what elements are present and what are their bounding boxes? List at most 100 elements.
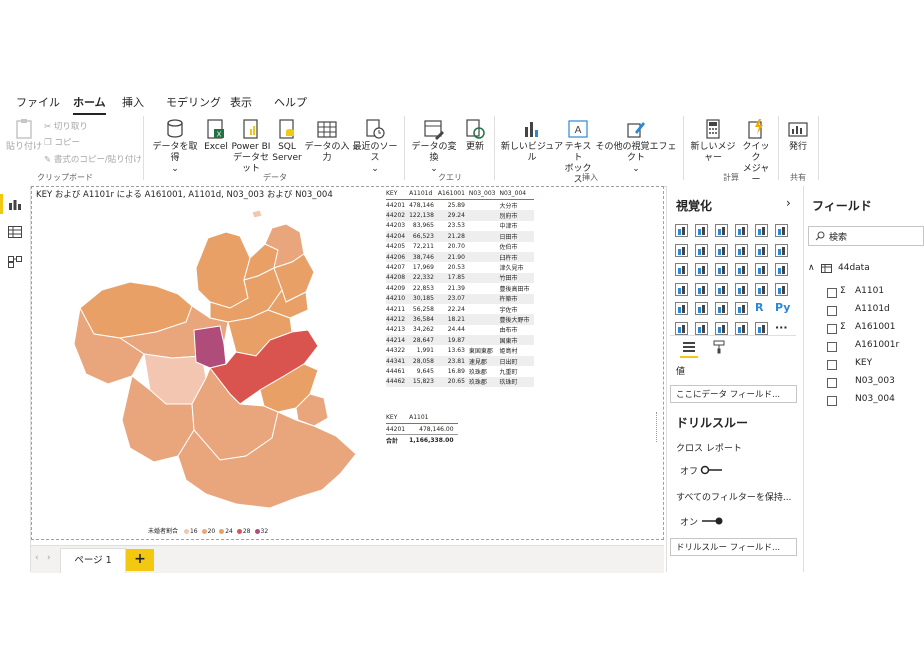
new-measure-button[interactable]: 新しいメジャー	[688, 118, 738, 164]
scatter-chart-icon[interactable]	[715, 263, 728, 276]
table-row[interactable]: 44201 478,146 25.89 大分市	[386, 200, 534, 211]
model-view-icon[interactable]	[8, 256, 22, 268]
key-influencers-icon[interactable]	[675, 321, 688, 335]
table-row[interactable]: 44462 15,823 20.65 玖珠郡 玖珠町	[386, 376, 534, 388]
collapse-table-icon[interactable]: ∧	[808, 263, 815, 273]
table-row[interactable]: 44203 83,965 23.53 中津市	[386, 221, 534, 231]
field-checkbox[interactable]	[827, 360, 837, 370]
data-view-icon[interactable]	[8, 226, 22, 238]
publish-button[interactable]: 発行	[784, 118, 812, 153]
smart-narrative-icon[interactable]	[735, 321, 748, 335]
column-header[interactable]: A1101	[409, 414, 458, 424]
stacked-bar-chart-icon[interactable]	[675, 224, 688, 237]
field-item[interactable]: N03_004	[855, 394, 895, 404]
add-page-button[interactable]: +	[126, 549, 154, 571]
column-header[interactable]: N03_004	[499, 190, 534, 200]
field-checkbox[interactable]	[827, 288, 837, 298]
keep-filters-toggle[interactable]	[700, 516, 724, 526]
recent-sources-button[interactable]: 最近のソース ⌄	[352, 118, 398, 175]
drillthrough-drop-field[interactable]: ドリルスルー フィールド...	[670, 538, 797, 556]
matrix-icon[interactable]	[735, 302, 748, 315]
pie-chart-icon[interactable]	[735, 263, 748, 276]
tab-file[interactable]: ファイル	[16, 94, 60, 110]
slicer-icon[interactable]	[695, 302, 708, 315]
field-checkbox[interactable]	[827, 396, 837, 406]
values-drop-field[interactable]: ここにデータ フィールド...	[670, 385, 797, 403]
table-row[interactable]: 44211 56,258 22.24 宇佐市	[386, 304, 534, 314]
column-header[interactable]: KEY	[386, 414, 410, 424]
stacked-area-chart-icon[interactable]	[715, 243, 728, 257]
stacked-column-chart-icon[interactable]	[695, 224, 708, 237]
table-row[interactable]: 44205 72,211 20.70 佐伯市	[386, 242, 534, 252]
table-row[interactable]: 44341 28,058 23.81 速見郡 日出町	[386, 355, 534, 367]
choropleth-map[interactable]	[60, 198, 380, 518]
clustered-bar-chart-icon[interactable]	[715, 224, 728, 237]
gauge-icon[interactable]	[735, 282, 748, 296]
column-header[interactable]: A161001	[437, 190, 469, 200]
python-visual-icon[interactable]: Py	[775, 301, 790, 314]
field-checkbox[interactable]	[827, 324, 837, 334]
map-icon[interactable]	[675, 282, 688, 296]
field-search-input[interactable]: 検索	[808, 226, 924, 246]
treemap-icon[interactable]	[775, 263, 788, 276]
sql-server-button[interactable]: SQL Server	[272, 118, 302, 164]
prev-page-icon[interactable]: ‹	[35, 553, 39, 563]
excel-button[interactable]: X Excel	[203, 118, 229, 153]
table-row[interactable]: 44461 9,645 16.89 玖珠郡 九重町	[386, 366, 534, 376]
collapse-pane-icon[interactable]: ›	[786, 196, 791, 210]
filled-map-icon[interactable]	[695, 282, 708, 296]
field-item[interactable]: A1101d	[855, 304, 890, 314]
tab-modeling[interactable]: モデリング	[166, 94, 221, 110]
line-chart-icon[interactable]	[675, 243, 688, 257]
card-icon[interactable]	[755, 282, 768, 296]
pbi-dataset-button[interactable]: Power BI データセット	[230, 118, 272, 175]
enter-data-button[interactable]: データの入力	[303, 118, 351, 164]
more-visuals-button[interactable]: その他の視覚エフェクト ⌄	[594, 118, 678, 175]
100-bar-chart-icon[interactable]	[755, 224, 768, 237]
table-visual-icon[interactable]	[715, 302, 728, 315]
format-paint-roller-icon[interactable]	[712, 340, 726, 354]
field-item[interactable]: A1101	[855, 286, 884, 296]
table-row[interactable]: 44322 1,991 13.63 東国東郡 姫島村	[386, 345, 534, 355]
100-column-chart-icon[interactable]	[775, 224, 788, 237]
r-visual-icon[interactable]: R	[755, 301, 763, 314]
table-row[interactable]: 44214 28,647 19.87 国東市	[386, 335, 534, 346]
new-visual-button[interactable]: 新しいビジュアル	[500, 118, 564, 164]
copy-button[interactable]: ❐ コピー	[44, 136, 80, 148]
multirow-card-icon[interactable]	[775, 282, 788, 296]
tab-home[interactable]: ホーム	[73, 94, 106, 115]
more-visuals-icon[interactable]: ···	[775, 321, 788, 334]
funnel-chart-icon[interactable]	[695, 263, 708, 276]
shape-map-icon[interactable]	[715, 282, 728, 296]
transform-data-button[interactable]: データの変換 ⌄	[410, 118, 458, 175]
decomposition-tree-icon[interactable]	[695, 321, 708, 335]
table-name[interactable]: 44data	[838, 263, 870, 273]
paginated-report-icon[interactable]	[755, 321, 768, 335]
data-table-visual[interactable]: KEY A1101d A161001 N03_003 N03_004 44201 478,…	[386, 190, 534, 388]
cut-button[interactable]: ✂ 切り取り	[44, 120, 88, 132]
ribbon-chart-icon[interactable]	[775, 243, 788, 257]
clustered-column-chart-icon[interactable]	[735, 224, 748, 237]
map-region-beppu-highlight[interactable]	[193, 325, 227, 369]
field-checkbox[interactable]	[827, 342, 837, 352]
line-clustered-column-icon[interactable]	[755, 243, 768, 257]
refresh-button[interactable]: 更新	[462, 118, 488, 153]
cross-report-toggle[interactable]	[700, 465, 724, 475]
column-header[interactable]: A1101d	[409, 190, 438, 200]
table-row[interactable]: 44208 22,332 17.85 竹田市	[386, 272, 534, 284]
field-checkbox[interactable]	[827, 306, 837, 316]
waterfall-chart-icon[interactable]	[675, 263, 688, 276]
next-page-icon[interactable]: ›	[47, 553, 51, 563]
tab-help[interactable]: ヘルプ	[274, 94, 307, 110]
column-header[interactable]: KEY	[386, 190, 410, 200]
table-row[interactable]: 44209 22,853 21.39 豊後高田市	[386, 283, 534, 293]
field-item[interactable]: N03_003	[855, 376, 895, 386]
page-tab-1[interactable]: ページ 1	[60, 548, 126, 573]
area-chart-icon[interactable]	[695, 243, 708, 257]
visual-scrollbar[interactable]	[656, 412, 660, 442]
field-item[interactable]: A161001r	[855, 340, 899, 350]
format-painter-button[interactable]: ✎ 書式のコピー/貼り付け	[44, 153, 142, 165]
table-row[interactable]: 44210 30,185 23.07 杵築市	[386, 293, 534, 304]
report-view-icon[interactable]	[8, 198, 22, 210]
field-checkbox[interactable]	[827, 378, 837, 388]
